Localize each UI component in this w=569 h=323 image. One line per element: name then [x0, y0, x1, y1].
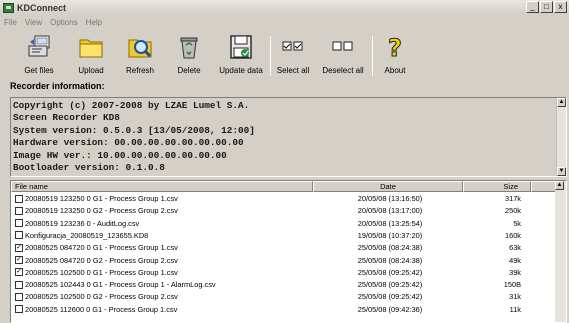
row-checkbox[interactable]	[15, 305, 23, 314]
file-name-cell: 20080519 123250 0 G2 - Process Group 2.c…	[25, 206, 178, 216]
file-size-cell: 39k	[509, 267, 521, 277]
table-row[interactable]: 20080519 123250 0 G1 - Process Group 1.c…	[11, 193, 556, 204]
file-size-cell: 49k	[509, 255, 521, 265]
file-name-cell: 20080519 123250 0 G1 - Process Group 1.c…	[25, 194, 178, 203]
file-name-cell: 20080525 102443 0 G1 - Process Group 1 -…	[25, 280, 216, 290]
info-scrollbar[interactable]: ▲ ▼	[556, 98, 566, 176]
scroll-down-arrow-icon[interactable]: ▼	[557, 167, 566, 176]
file-date-cell: 25/05/08 (09:25:42)	[357, 280, 423, 290]
file-date-cell: 19/05/08 (10:37:20)	[357, 230, 423, 240]
info-line-system-version: System version: 0.5.0.3 [13/05/2008, 12:…	[13, 124, 255, 136]
file-size-cell: 317k	[504, 194, 521, 203]
menu-bar: File View Options Help	[0, 16, 110, 29]
file-date-cell: 20/05/08 (13:25:54)	[357, 218, 423, 228]
column-file-name[interactable]: File name	[11, 181, 313, 192]
file-name-cell: 20080525 112600 0 G1 - Process Group 1.c…	[25, 304, 178, 314]
select-all-label: Select all	[276, 66, 310, 75]
table-row[interactable]: ✓ 20080525 084720 0 G2 - Process Group 2.…	[11, 255, 556, 266]
recorder-info-label: Recorder information:	[10, 81, 105, 91]
file-size-cell: 31k	[509, 292, 521, 302]
toolbar: Get files Upload Refresh Delete Update d…	[0, 30, 569, 82]
get-files-icon	[26, 34, 52, 60]
maximize-button[interactable]: □	[540, 1, 553, 13]
table-row[interactable]: 20080519 123236 0 - AuditLog.csv 20/05/08…	[11, 218, 556, 229]
table-row[interactable]: 20080525 102443 0 G1 - Process Group 1 -…	[11, 279, 556, 290]
menu-help[interactable]: Help	[86, 16, 102, 29]
file-name-cell: 20080525 102500 0 G1 - Process Group 1.c…	[25, 267, 178, 277]
row-checkbox[interactable]	[15, 231, 23, 240]
about-label: About	[384, 66, 406, 75]
about-button[interactable]: ? About	[364, 34, 426, 76]
file-name-cell: 20080525 084720 0 G1 - Process Group 1.c…	[25, 243, 178, 253]
deselect-all-label: Deselect all	[322, 66, 364, 75]
file-size-cell: 5k	[513, 218, 521, 228]
row-checkbox[interactable]	[15, 219, 23, 228]
refresh-label: Refresh	[125, 66, 154, 75]
file-size-cell: 250k	[504, 206, 521, 216]
row-checkbox[interactable]	[15, 194, 23, 203]
title-bar: KDConnect _ □ x	[0, 0, 569, 15]
svg-text:?: ?	[388, 34, 402, 60]
app-icon	[3, 2, 14, 13]
update-data-label: Update data	[219, 66, 263, 75]
file-date-cell: 25/05/08 (08:24:38)	[357, 255, 423, 265]
checkbox-checked-icon	[280, 34, 306, 60]
file-size-cell: 150B	[503, 280, 521, 290]
info-line-copyright: Copyright (c) 2007-2008 by LZAE Lumel S.…	[13, 100, 250, 111]
file-date-cell: 20/05/08 (13:16:50)	[357, 194, 423, 203]
recorder-info-panel: Copyright (c) 2007-2008 by LZAE Lumel S.…	[10, 97, 567, 177]
file-name-cell: 20080525 084720 0 G2 - Process Group 2.c…	[25, 255, 178, 265]
recycle-bin-icon	[176, 34, 202, 60]
file-list: File name Date Size 20080519 123250 0 G1…	[10, 180, 567, 323]
info-line-bootloader-version: Bootloader version: 0.1.0.8	[13, 162, 165, 174]
delete-label: Delete	[177, 66, 201, 75]
file-date-cell: 25/05/08 (09:42:36)	[357, 304, 423, 314]
table-row[interactable]: ✓ 20080525 084720 0 G1 - Process Group 1.…	[11, 242, 556, 253]
floppy-update-icon	[228, 34, 254, 60]
file-date-cell: 25/05/08 (08:24:38)	[357, 243, 423, 253]
file-name-cell: 20080525 102500 0 G2 - Process Group 2.c…	[25, 292, 178, 302]
folder-icon	[78, 34, 104, 60]
column-date[interactable]: Date	[313, 181, 463, 192]
file-name-cell: 20080519 123236 0 - AuditLog.csv	[25, 218, 140, 228]
minimize-button[interactable]: _	[526, 1, 539, 13]
column-size[interactable]: Size	[463, 181, 531, 192]
menu-view[interactable]: View	[25, 16, 42, 29]
table-row[interactable]: ✓ 20080525 102500 0 G1 - Process Group 1.…	[11, 267, 556, 278]
file-size-cell: 11k	[509, 304, 521, 314]
column-filler	[531, 181, 556, 192]
file-list-header: File name Date Size	[11, 181, 556, 192]
row-checkbox[interactable]: ✓	[15, 256, 23, 264]
table-row[interactable]: 20080525 102500 0 G2 - Process Group 2.c…	[11, 291, 556, 302]
file-date-cell: 20/05/08 (13:17:00)	[357, 206, 423, 216]
list-scroll-up-arrow-icon[interactable]: ▲	[555, 181, 564, 190]
magnifier-icon	[127, 34, 153, 60]
close-button[interactable]: x	[554, 1, 567, 13]
file-date-cell: 25/05/08 (09:25:42)	[357, 292, 423, 302]
file-size-cell: 160k	[504, 230, 521, 240]
row-checkbox[interactable]	[15, 206, 23, 215]
menu-options[interactable]: Options	[50, 16, 78, 29]
table-row[interactable]: 20080519 123250 0 G2 - Process Group 2.c…	[11, 205, 556, 216]
row-checkbox[interactable]: ✓	[15, 268, 23, 277]
upload-label: Upload	[78, 66, 104, 75]
question-mark-icon: ?	[382, 34, 408, 63]
file-list-scrollbar[interactable]: ▲	[555, 181, 566, 322]
get-files-label: Get files	[24, 66, 54, 75]
info-line-device: Screen Recorder KD8	[13, 112, 120, 124]
file-name-cell: Konfiguracja_20080519_123655.KD8	[25, 230, 149, 240]
file-size-cell: 63k	[509, 243, 521, 253]
window-title: KDConnect	[17, 2, 66, 13]
checkbox-empty-icon	[330, 34, 356, 60]
info-line-image-hw-version: Image HW ver.: 10.00.00.00.00.00.00.00	[13, 149, 227, 161]
table-row[interactable]: 20080525 112600 0 G1 - Process Group 1.c…	[11, 304, 556, 315]
menu-file[interactable]: File	[4, 16, 17, 29]
row-checkbox[interactable]	[15, 280, 23, 289]
row-checkbox[interactable]: ✓	[15, 243, 23, 252]
scroll-up-arrow-icon[interactable]: ▲	[557, 98, 566, 107]
table-row[interactable]: Konfiguracja_20080519_123655.KD8 19/05/08…	[11, 230, 556, 241]
info-line-hardware-version: Hardware version: 00.00.00.00.00.00.00.0…	[13, 137, 244, 149]
row-checkbox[interactable]	[15, 292, 23, 301]
file-date-cell: 25/05/08 (09:25:42)	[357, 267, 423, 277]
